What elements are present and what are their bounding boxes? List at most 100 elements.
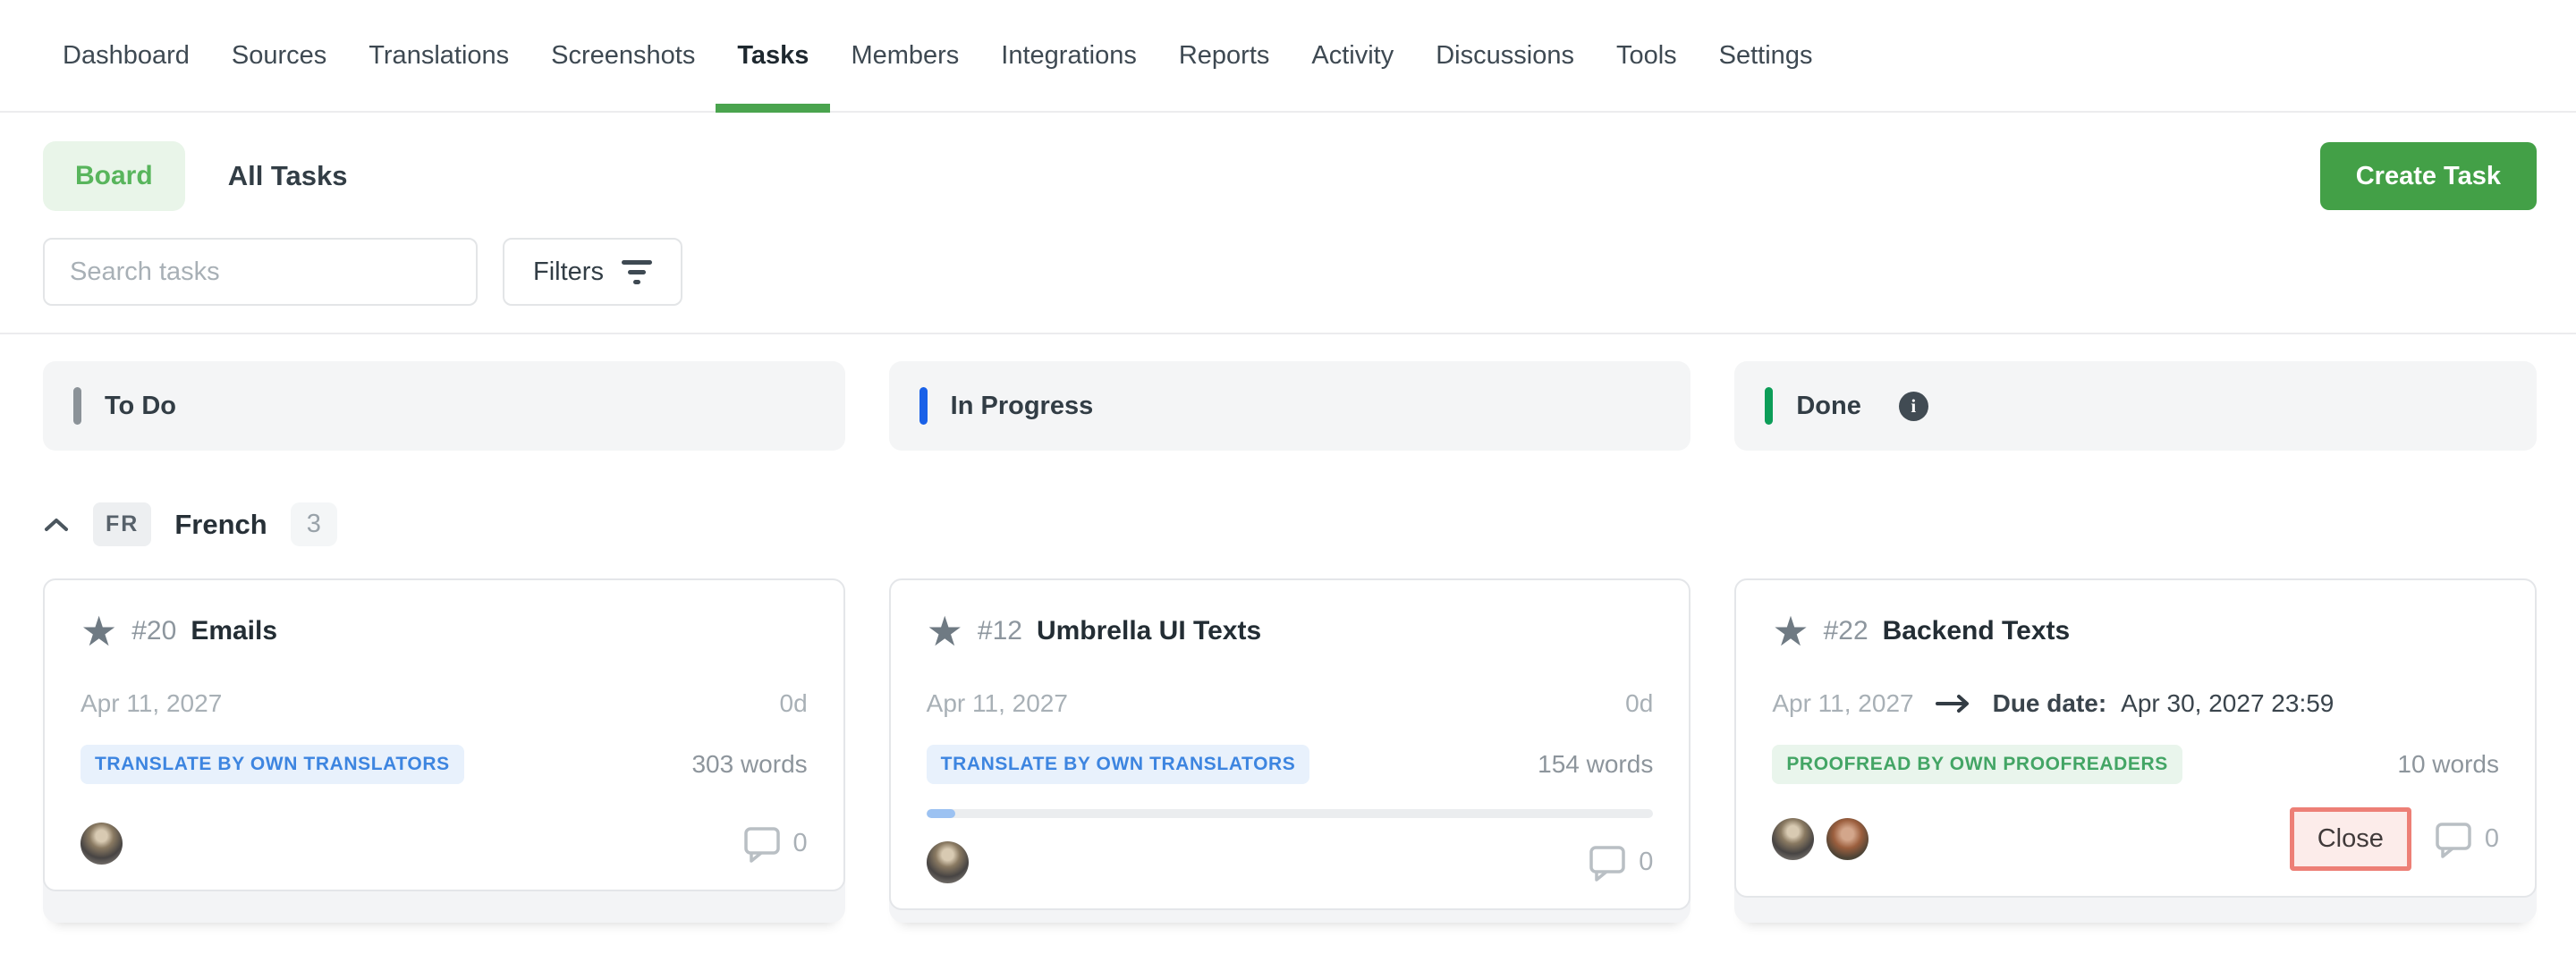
task-title: Backend Texts (1883, 616, 2071, 646)
task-card-22[interactable]: ★ #22 Backend Texts Apr 11, 2027 Due dat… (1734, 578, 2537, 898)
todo-status-pill (73, 387, 81, 425)
todo-lane: ★ #12 Umbrella UI Texts Apr 11, 2027 0d … (889, 578, 1691, 923)
column-header-done[interactable]: Done i (1734, 361, 2537, 451)
comment-bubble-icon (743, 825, 781, 863)
progress-fill (927, 809, 956, 818)
column-label: Done (1796, 392, 1861, 421)
comment-count: 0 (1639, 848, 1653, 877)
card-header: ★ #22 Backend Texts (1772, 611, 2499, 652)
favorite-star-icon[interactable]: ★ (80, 611, 117, 652)
assignee-avatars (80, 823, 123, 865)
task-type-badge: TRANSLATE BY OWN TRANSLATORS (80, 745, 464, 784)
task-title: Umbrella UI Texts (1037, 616, 1261, 646)
task-card-12[interactable]: ★ #12 Umbrella UI Texts Apr 11, 2027 0d … (889, 578, 1691, 910)
card-footer: 0 (80, 799, 808, 865)
avatar (1826, 818, 1868, 860)
avatar (80, 823, 123, 865)
section-divider (0, 333, 2576, 334)
favorite-star-icon[interactable]: ★ (1772, 611, 1809, 652)
done-status-pill (1765, 387, 1773, 425)
comments-control[interactable]: 0 (1589, 844, 1653, 882)
column-label: To Do (105, 392, 176, 421)
start-date: Apr 11, 2027 (1772, 689, 1913, 718)
nav-item-settings[interactable]: Settings (1719, 0, 1813, 111)
assignee-avatars (927, 841, 969, 883)
nav-item-sources[interactable]: Sources (232, 0, 326, 111)
badge-row: TRANSLATE BY OWN TRANSLATORS 303 words (80, 745, 808, 784)
nav-item-activity[interactable]: Activity (1311, 0, 1394, 111)
card-header: ★ #12 Umbrella UI Texts (927, 611, 1654, 652)
filters-button[interactable]: Filters (503, 238, 682, 306)
task-type-badge: PROOFREAD BY OWN PROOFREADERS (1772, 745, 2182, 784)
card-header: ★ #20 Emails (80, 611, 808, 652)
nav-item-tasks[interactable]: Tasks (737, 0, 809, 111)
collapse-group-button[interactable] (43, 516, 70, 534)
nav-item-dashboard[interactable]: Dashboard (63, 0, 190, 111)
date-row: Apr 11, 2027 0d (927, 689, 1654, 718)
info-icon[interactable]: i (1899, 392, 1928, 421)
nav-item-members[interactable]: Members (851, 0, 959, 111)
avatar (927, 841, 969, 883)
comment-count: 0 (2485, 824, 2499, 854)
avatar (1772, 818, 1814, 860)
task-id: #20 (131, 616, 176, 646)
column-header-in-progress[interactable]: In Progress (889, 361, 1691, 451)
word-count: 10 words (2397, 750, 2499, 779)
in-progress-status-pill (919, 387, 928, 425)
nav-item-reports[interactable]: Reports (1179, 0, 1270, 111)
nav-item-integrations[interactable]: Integrations (1001, 0, 1137, 111)
word-count: 303 words (691, 750, 807, 779)
task-count-badge: 3 (291, 502, 337, 546)
arrow-right-icon (1936, 694, 1971, 713)
nav-item-tools[interactable]: Tools (1616, 0, 1677, 111)
task-type-badge: TRANSLATE BY OWN TRANSLATORS (927, 745, 1310, 784)
start-date: Apr 11, 2027 (80, 689, 222, 718)
comment-count: 0 (793, 829, 808, 858)
language-code-badge: FR (93, 502, 151, 546)
comment-bubble-icon (1589, 844, 1626, 882)
filters-button-label: Filters (533, 257, 604, 287)
task-cards-row: ★ #20 Emails Apr 11, 2027 0d TRANSLATE B… (0, 578, 2576, 923)
card-footer: 0 (927, 818, 1654, 883)
column-label: In Progress (951, 392, 1094, 421)
tab-board[interactable]: Board (43, 141, 185, 211)
language-group-row: FR French 3 (0, 451, 2576, 546)
badge-row: TRANSLATE BY OWN TRANSLATORS 154 words (927, 745, 1654, 784)
nav-item-discussions[interactable]: Discussions (1436, 0, 1574, 111)
create-task-button[interactable]: Create Task (2320, 142, 2537, 210)
search-row: Filters (0, 211, 2576, 306)
close-task-button[interactable]: Close (2290, 807, 2411, 871)
task-id: #12 (978, 616, 1022, 646)
task-title: Emails (191, 616, 277, 646)
word-count: 154 words (1538, 750, 1653, 779)
favorite-star-icon[interactable]: ★ (927, 611, 963, 652)
todo-lane: ★ #20 Emails Apr 11, 2027 0d TRANSLATE B… (43, 578, 845, 923)
chevron-up-icon (43, 516, 70, 534)
date-row: Apr 11, 2027 Due date: Apr 30, 2027 23:5… (1772, 689, 2499, 718)
nav-item-translations[interactable]: Translations (369, 0, 509, 111)
column-header-todo[interactable]: To Do (43, 361, 845, 451)
task-card-20[interactable]: ★ #20 Emails Apr 11, 2027 0d TRANSLATE B… (43, 578, 845, 891)
todo-lane: ★ #22 Backend Texts Apr 11, 2027 Due dat… (1734, 578, 2537, 923)
badge-row: PROOFREAD BY OWN PROOFREADERS 10 words (1772, 745, 2499, 784)
language-group-name: French (174, 509, 267, 541)
task-id: #22 (1824, 616, 1868, 646)
tab-all-tasks[interactable]: All Tasks (228, 160, 348, 192)
duration: 0d (780, 689, 808, 718)
date-row: Apr 11, 2027 0d (80, 689, 808, 718)
due-date-label: Due date: (1993, 689, 2107, 718)
duration: 0d (1625, 689, 1653, 718)
due-date-value: Apr 30, 2027 23:59 (2121, 689, 2334, 718)
assignee-avatars (1772, 818, 1868, 860)
top-navigation: Dashboard Sources Translations Screensho… (0, 0, 2576, 113)
toolbar: Board All Tasks Create Task (0, 113, 2576, 211)
progress-bar (927, 809, 1654, 818)
comment-bubble-icon (2435, 821, 2472, 858)
search-input[interactable] (43, 238, 478, 306)
comments-control[interactable]: 0 (2435, 821, 2499, 858)
comments-control[interactable]: 0 (743, 825, 808, 863)
nav-item-screenshots[interactable]: Screenshots (551, 0, 695, 111)
board-columns: To Do In Progress Done i (0, 361, 2576, 451)
card-footer: Close 0 (1772, 784, 2499, 871)
filter-icon (622, 260, 652, 284)
